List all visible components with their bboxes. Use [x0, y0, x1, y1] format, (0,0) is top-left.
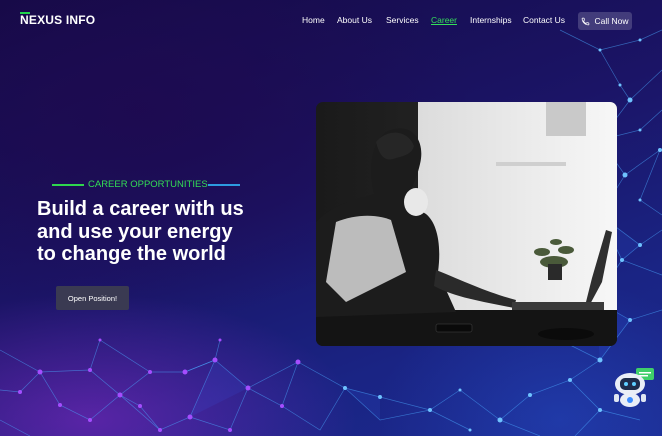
- hero-background: NEXUS INFO Home About Us Services Career…: [0, 0, 662, 436]
- chat-bot-button[interactable]: [612, 366, 658, 410]
- phone-icon: [582, 17, 590, 25]
- woman-with-laptop-image: [316, 102, 617, 346]
- section-eyebrow: CAREER OPPORTUNITIES: [52, 179, 240, 191]
- hero-headline: Build a career with us and use your ener…: [37, 198, 297, 266]
- hero-photo: [316, 102, 617, 346]
- call-now-label: Call Now: [594, 16, 629, 26]
- headline-line-2: and use your energy: [37, 220, 233, 243]
- open-position-button[interactable]: Open Position!: [56, 286, 129, 310]
- eyebrow-line-right: [208, 184, 240, 186]
- headline-line-1: Build a career with us: [37, 198, 244, 220]
- headline-line-3: to change the world: [37, 243, 226, 265]
- brand-logo[interactable]: NEXUS INFO: [20, 13, 95, 27]
- nav-home[interactable]: Home: [302, 15, 325, 25]
- robot-chat-icon: [614, 368, 654, 407]
- nav-about-us[interactable]: About Us: [337, 15, 372, 25]
- nav-services[interactable]: Services: [386, 15, 419, 25]
- eyebrow-text: CAREER OPPORTUNITIES: [88, 179, 208, 190]
- call-now-button[interactable]: Call Now: [578, 12, 632, 30]
- nav-career[interactable]: Career: [431, 15, 457, 25]
- nav-contact-us[interactable]: Contact Us: [523, 15, 565, 25]
- eyebrow-line-left: [52, 184, 84, 186]
- nav-internships[interactable]: Internships: [470, 15, 512, 25]
